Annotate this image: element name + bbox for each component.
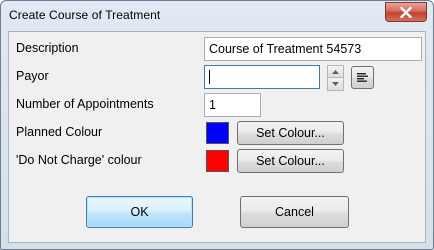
description-value: Course of Treatment 54573 [209, 42, 362, 56]
dnc-set-colour-label: Set Colour... [256, 154, 325, 168]
ok-button[interactable]: OK [86, 196, 193, 228]
dnc-set-colour-button[interactable]: Set Colour... [237, 149, 344, 173]
spin-up-button[interactable] [327, 65, 344, 78]
payor-label: Payor [16, 69, 49, 83]
cancel-button-label: Cancel [275, 205, 314, 219]
planned-colour-label: Planned Colour [16, 125, 103, 139]
title-bar[interactable]: Create Course of Treatment [1, 1, 433, 29]
description-label: Description [16, 41, 79, 55]
payor-lookup-button[interactable] [351, 66, 374, 89]
dnc-colour-label: 'Do Not Charge' colour [16, 153, 142, 167]
dnc-colour-swatch [206, 150, 229, 172]
planned-set-colour-button[interactable]: Set Colour... [237, 121, 344, 145]
text-caret [209, 69, 210, 84]
chevron-down-icon [332, 82, 339, 86]
cancel-button[interactable]: Cancel [240, 196, 349, 228]
description-field[interactable]: Course of Treatment 54573 [204, 37, 422, 61]
dialog-window: Create Course of Treatment Description C… [0, 0, 434, 250]
appointments-field[interactable]: 1 [204, 93, 261, 117]
list-icon [357, 73, 368, 82]
chevron-up-icon [332, 69, 339, 74]
dialog-content: Description Course of Treatment 54573 Pa… [8, 31, 426, 243]
planned-colour-swatch [206, 122, 229, 144]
close-button[interactable] [385, 2, 427, 22]
planned-set-colour-label: Set Colour... [256, 126, 325, 140]
appointments-label: Number of Appointments [16, 97, 154, 111]
payor-spinner[interactable] [327, 65, 344, 91]
ok-button-label: OK [130, 205, 149, 219]
spin-down-button[interactable] [327, 78, 344, 91]
payor-field[interactable] [204, 65, 320, 89]
window-title: Create Course of Treatment [9, 8, 161, 22]
close-icon [400, 6, 412, 18]
appointments-value: 1 [209, 98, 216, 112]
